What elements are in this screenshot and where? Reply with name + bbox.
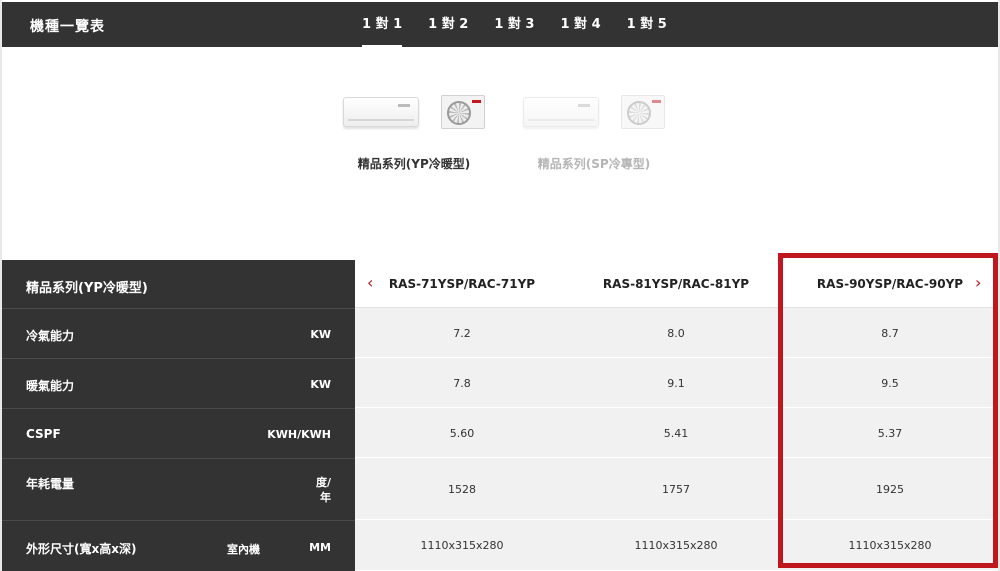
tab-1-to-1[interactable]: 1 對 1 — [362, 2, 403, 47]
model-name: RAS-90YSP/RAC-90YP — [816, 277, 964, 291]
model-name: RAS-81YSP/RAC-81YP — [602, 277, 750, 291]
spec-heading: 精品系列(YP冷暖型) — [26, 281, 148, 296]
model-name: RAS-71YSP/RAC-71YP — [388, 277, 536, 291]
indoor-unit-icon — [523, 97, 599, 127]
tab-1-to-2[interactable]: 1 對 2 — [428, 2, 468, 47]
outdoor-unit-icon — [441, 95, 485, 129]
indoor-unit-icon — [343, 97, 419, 127]
outdoor-unit-icon — [621, 95, 665, 129]
table-row: 1528 1757 1925 — [355, 458, 998, 520]
table-row: 7.8 9.1 9.5 — [355, 358, 998, 408]
fan-icon — [447, 101, 471, 125]
spec-heading-row: 精品系列(YP冷暖型) — [2, 260, 355, 308]
spec-row-label: 冷氣能力 KW — [2, 308, 355, 358]
table-row: 1110x315x280 1110x315x280 1110x315x280 — [355, 520, 998, 571]
table-row: 7.2 8.0 8.7 — [355, 308, 998, 358]
tab-1-to-4[interactable]: 1 對 4 — [560, 2, 600, 47]
top-bar: 機種一覽表 1 對 1 1 對 2 1 對 3 1 對 4 1 對 5 — [2, 2, 998, 47]
spec-row-label: 暖氣能力 KW — [2, 358, 355, 408]
spec-row-label: 外形尺寸(寬x高x深) 室內機 MM — [2, 520, 355, 571]
spec-label-panel: 精品系列(YP冷暖型) 冷氣能力 KW 暖氣能力 KW CSPF KWH/KWH… — [2, 260, 355, 571]
tab-1-to-5[interactable]: 1 對 5 — [627, 2, 667, 47]
series-label: 精品系列(YP冷暖型) — [357, 157, 471, 171]
model-header: ‹ RAS-71YSP/RAC-71YP RAS-81YSP/RAC-81YP … — [355, 260, 998, 308]
spec-row-label: 年耗電量 度/ 年 — [2, 458, 355, 520]
product-image — [519, 95, 669, 129]
series-option-sp[interactable]: 精品系列(SP冷專型) — [519, 95, 669, 172]
series-option-yp[interactable]: 精品系列(YP冷暖型) — [339, 95, 489, 172]
next-arrow-icon[interactable]: › — [975, 273, 981, 292]
spec-values-panel: ‹ RAS-71YSP/RAC-71YP RAS-81YSP/RAC-81YP … — [355, 260, 998, 571]
page-title: 機種一覽表 — [30, 19, 105, 35]
fan-icon — [627, 101, 651, 125]
series-label: 精品系列(SP冷專型) — [537, 157, 651, 171]
table-row: 5.60 5.41 5.37 — [355, 408, 998, 458]
tab-1-to-3[interactable]: 1 對 3 — [494, 2, 534, 47]
product-image — [339, 95, 489, 129]
tab-bar: 1 對 1 1 對 2 1 對 3 1 對 4 1 對 5 — [362, 2, 693, 47]
spec-row-label: CSPF KWH/KWH — [2, 408, 355, 458]
